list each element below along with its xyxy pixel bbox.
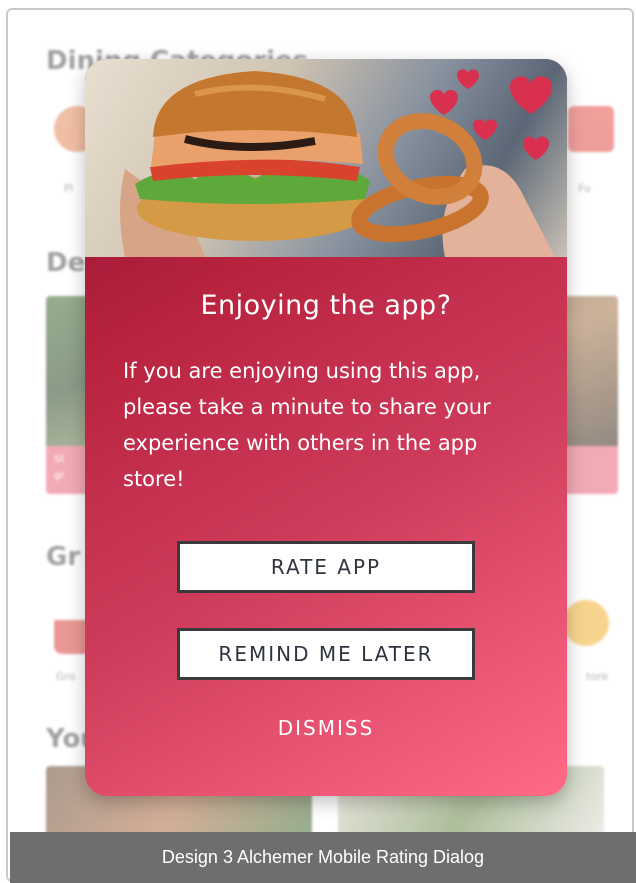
caption-text: Design 3 Alchemer Mobile Rating Dialog <box>161 847 485 867</box>
heart-icon-3 <box>510 76 552 114</box>
heart-icon-4 <box>473 119 497 140</box>
heart-icon-5 <box>523 136 549 160</box>
remind-me-later-button[interactable]: REMIND ME LATER <box>177 628 475 680</box>
dialog-message: If you are enjoying using this app, plea… <box>123 359 491 491</box>
bg-category-label-right: Fo <box>578 182 591 195</box>
bg-category-label-left: Pi <box>64 182 74 195</box>
bg-grocery-store-icon <box>563 600 609 646</box>
heart-icon-2 <box>457 69 479 89</box>
dialog-hero-image <box>85 59 567 257</box>
rating-dialog: Enjoying the app? If you are enjoying us… <box>85 59 567 796</box>
bg-heading-grocery: Gr <box>46 542 81 572</box>
burger-onion-rings-illustration <box>120 69 555 257</box>
dialog-title: Enjoying the app? <box>200 290 452 321</box>
bg-category-fastfood-icon <box>568 106 614 152</box>
bg-grocery-label-right: tore <box>586 670 609 683</box>
bg-heading-deals: De <box>46 248 86 278</box>
burger-top-bun <box>153 71 357 137</box>
heart-icon-1 <box>430 89 458 115</box>
dismiss-button[interactable]: DISMISS <box>85 716 567 740</box>
bg-deal-band-text: St gr <box>54 454 65 481</box>
caption-bar: Design 3 Alchemer Mobile Rating Dialog <box>10 832 636 883</box>
rate-app-button[interactable]: RATE APP <box>177 541 475 593</box>
bg-grocery-label-left: Gro <box>56 670 76 683</box>
hearts-decoration <box>430 69 552 160</box>
